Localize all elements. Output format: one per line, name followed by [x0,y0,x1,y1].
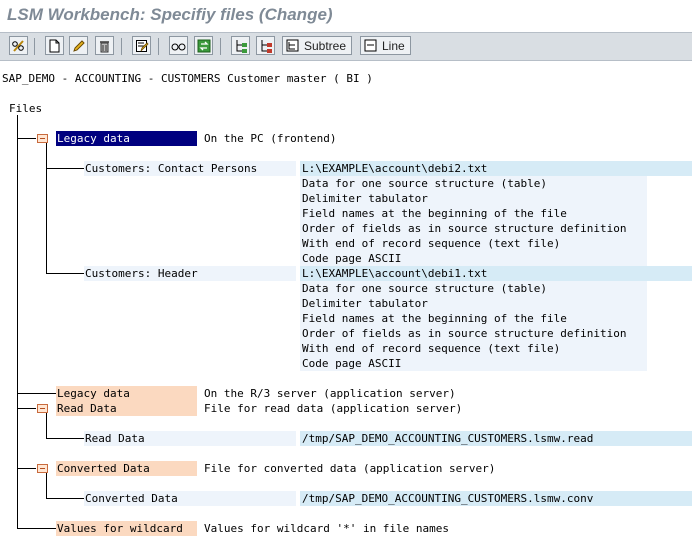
collapse-node-icon[interactable] [37,134,48,143]
subtree-button[interactable]: Subtree [282,36,353,55]
file-detail: Data for one source structure (table) [302,177,548,190]
node-read-data-label: Read Data [57,402,117,415]
file-path[interactable]: L:\EXAMPLE\account\debi1.txt [302,266,487,281]
tree-root-files[interactable]: Files [9,101,42,116]
line-button[interactable]: Line [360,36,411,55]
file-detail: Field names at the beginning of the file [302,207,567,220]
toolbar-separator [220,38,221,55]
line-label: Line [382,38,405,53]
create-button[interactable] [45,36,64,55]
file-detail: Field names at the beginning of the file [302,312,567,325]
node-converted-data-desc: File for converted data (application ser… [204,462,496,475]
node-read-data-file-label: Read Data [85,432,145,445]
file-detail: Order of fields as in source structure d… [302,327,627,340]
file-path[interactable]: /tmp/SAP_DEMO_ACCOUNTING_CUSTOMERS.lsmw.… [302,491,593,506]
file-tree-panel: SAP_DEMO - ACCOUNTING - CUSTOMERS Custom… [0,60,692,553]
edit-attributes-button[interactable] [132,36,151,55]
trash-icon [100,40,109,52]
node-customers-header-label: Customers: Header [85,267,198,280]
details-button[interactable] [169,36,188,55]
file-path[interactable]: /tmp/SAP_DEMO_ACCOUNTING_CUSTOMERS.lsmw.… [302,431,593,446]
delete-button[interactable] [95,36,114,55]
node-wildcard-label: Values for wildcard [57,522,183,535]
collapse-tree-icon [261,39,272,53]
tree-line [17,115,18,528]
subtree-label: Subtree [304,38,347,53]
change-button[interactable] [69,36,88,55]
collapse-node-icon[interactable] [37,404,48,413]
project-header: SAP_DEMO - ACCOUNTING - CUSTOMERS Custom… [2,72,373,85]
window-title: LSM Workbench: Specifiy files (Change) [7,5,333,24]
collapse-button[interactable] [256,36,275,55]
expand-tree-icon [236,39,247,53]
file-detail: With end of record sequence (text file) [302,237,561,250]
file-path[interactable]: L:\EXAMPLE\account\debi2.txt [302,161,487,176]
file-detail: Code page ASCII [302,252,402,265]
node-legacy-server-desc: On the R/3 server (application server) [204,387,456,400]
file-detail: Order of fields as in source structure d… [302,222,627,235]
subtree-icon [286,39,299,52]
title-bar: LSM Workbench: Specifiy files (Change) [0,0,692,32]
display-change-button[interactable] [9,36,28,55]
file-detail: With end of record sequence (text file) [302,342,561,355]
file-detail: Data for one source structure (table) [302,282,548,295]
file-detail: Delimiter tabulator [302,192,428,205]
node-contact-persons-label: Customers: Contact Persons [85,162,258,175]
refresh-button[interactable] [194,36,213,55]
new-document-icon [49,39,60,52]
pencil-glasses-icon [12,39,24,52]
expand-button[interactable] [231,36,250,55]
line-icon [364,39,377,52]
edit-list-icon [135,39,149,52]
node-legacy-pc-label: Legacy data [57,132,130,145]
file-detail: Delimiter tabulator [302,297,428,310]
pencil-icon [72,39,85,52]
node-wildcard-desc: Values for wildcard '*' in file names [204,522,450,535]
glasses-icon [171,43,186,50]
application-toolbar: Subtree Line [0,32,692,61]
node-converted-data-label: Converted Data [57,462,150,475]
arrows-icon [197,39,210,52]
node-converted-data-file-label: Converted Data [85,492,178,505]
file-detail: Code page ASCII [302,357,402,370]
node-read-data-desc: File for read data (application server) [204,402,463,415]
node-legacy-server-label: Legacy data [57,387,130,400]
collapse-node-icon[interactable] [37,464,48,473]
toolbar-separator [158,38,159,55]
toolbar-separator [121,38,122,55]
node-legacy-pc-desc: On the PC (frontend) [204,132,337,145]
toolbar-separator [34,38,35,55]
